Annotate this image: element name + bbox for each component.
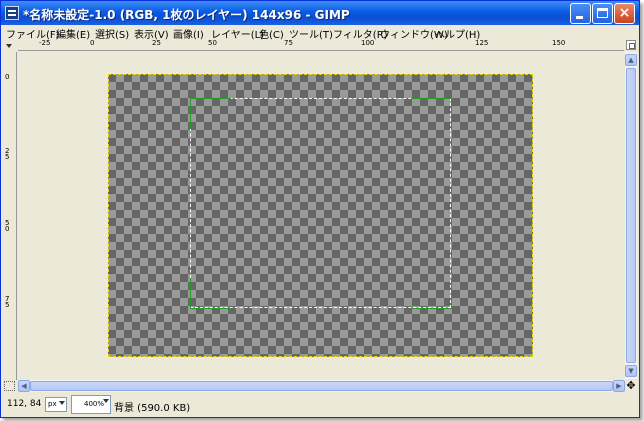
maximize-icon xyxy=(597,8,608,18)
selection-marquee[interactable] xyxy=(190,98,451,308)
menu-edit[interactable]: 編集(E) xyxy=(56,26,90,41)
chevron-down-icon xyxy=(103,399,109,403)
gimp-app-icon[interactable] xyxy=(5,6,19,20)
h-ruler-label: -25 xyxy=(39,40,51,47)
h-ruler-label: 150 xyxy=(552,40,566,47)
menu-image[interactable]: 画像(I) xyxy=(173,26,204,41)
horizontal-scroll-thumb[interactable] xyxy=(30,381,613,391)
minimize-icon xyxy=(576,16,583,19)
unit-selector[interactable]: px xyxy=(45,397,67,412)
maximize-button[interactable] xyxy=(592,3,613,24)
navigate-icon[interactable]: ✥ xyxy=(625,380,637,392)
zoom-fit-icon[interactable] xyxy=(626,40,636,50)
menu-file[interactable]: ファイル(F) xyxy=(6,26,60,41)
guide-corner-tl xyxy=(190,98,231,129)
v-ruler-label: 0 xyxy=(5,73,10,81)
menu-select[interactable]: 選択(S) xyxy=(95,26,129,41)
pointer-coordinates: 112, 84 xyxy=(7,399,42,409)
menu-tools[interactable]: ツール(T) xyxy=(289,26,333,41)
status-bar: 112, 84 px 400% 背景 (590.0 KB) xyxy=(1,393,639,417)
horizontal-scrollbar[interactable]: ◀ ▶ xyxy=(18,380,625,392)
scroll-right-button[interactable]: ▶ xyxy=(613,380,625,392)
quick-mask-toggle[interactable] xyxy=(4,381,15,391)
v-ruler-label: 75 xyxy=(5,295,10,309)
vertical-scrollbar[interactable]: ▲ ▼ xyxy=(625,52,637,379)
canvas-area[interactable] xyxy=(17,52,625,379)
vertical-scroll-thumb[interactable] xyxy=(626,68,636,363)
guide-corner-br xyxy=(411,278,452,309)
scroll-left-button[interactable]: ◀ xyxy=(18,380,30,392)
h-ruler-label: 25 xyxy=(152,40,161,47)
menu-colors[interactable]: 色(C) xyxy=(259,26,284,41)
unit-value: px xyxy=(48,400,57,408)
menu-view[interactable]: 表示(V) xyxy=(134,26,169,41)
v-ruler-label: 25 xyxy=(5,147,10,161)
layer-status-text: 背景 (590.0 KB) xyxy=(114,403,191,414)
title-bar[interactable]: *名称未設定-1.0 (RGB, 1枚のレイヤー) 144x96 - GIMP … xyxy=(1,1,639,25)
window-title: *名称未設定-1.0 (RGB, 1枚のレイヤー) 144x96 - GIMP xyxy=(23,8,350,22)
minimize-button[interactable] xyxy=(570,3,591,24)
guide-corner-bl xyxy=(190,278,231,309)
vertical-ruler[interactable]: 0 25 50 75 xyxy=(4,52,17,380)
h-ruler-label: 125 xyxy=(475,40,489,47)
menu-layer[interactable]: レイヤー(L) xyxy=(211,26,264,41)
horizontal-ruler[interactable]: -25 0 25 50 75 100 125 150 xyxy=(18,40,624,51)
close-button[interactable]: × xyxy=(614,3,635,24)
zoom-value: 400% xyxy=(84,400,105,408)
v-ruler-label: 50 xyxy=(5,219,10,233)
menu-bar: ファイル(F) 編集(E) 選択(S) 表示(V) 画像(I) レイヤー(L) … xyxy=(1,25,639,41)
image-menu-button[interactable] xyxy=(4,40,15,50)
scroll-up-button[interactable]: ▲ xyxy=(625,54,637,66)
h-ruler-label: 100 xyxy=(361,40,375,47)
guide-corner-tr xyxy=(411,98,452,129)
h-ruler-label: 50 xyxy=(208,40,217,47)
scroll-down-button[interactable]: ▼ xyxy=(625,365,637,377)
gimp-image-window: *名称未設定-1.0 (RGB, 1枚のレイヤー) 144x96 - GIMP … xyxy=(0,0,640,418)
h-ruler-label: 75 xyxy=(284,40,293,47)
h-ruler-label: 0 xyxy=(90,40,95,47)
close-icon: × xyxy=(618,5,631,21)
menu-help[interactable]: ヘルプ(H) xyxy=(435,26,480,41)
zoom-selector[interactable]: 400% xyxy=(71,395,111,414)
chevron-down-icon xyxy=(59,401,65,405)
